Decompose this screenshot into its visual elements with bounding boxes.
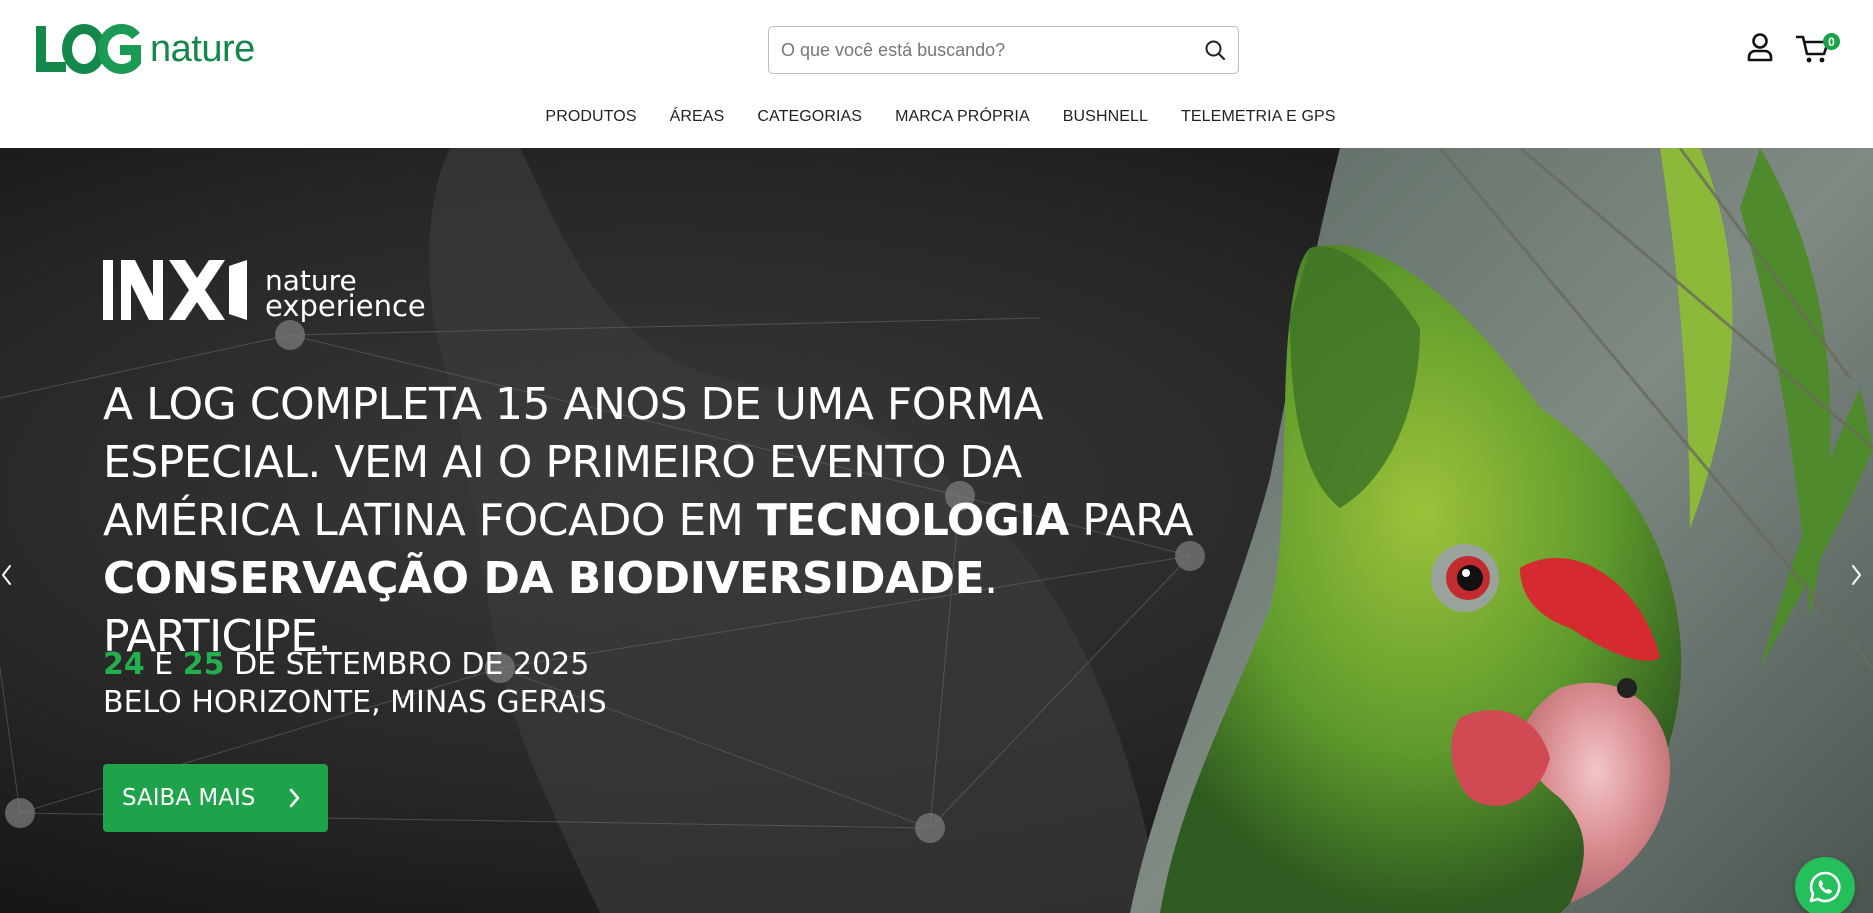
logo-word: nature (150, 27, 255, 70)
nav-item-marca-propria[interactable]: MARCA PRÓPRIA (879, 108, 1047, 126)
log-logo-mark (36, 24, 141, 74)
saiba-mais-button[interactable]: SAIBA MAIS (103, 764, 328, 832)
hero-banner[interactable]: nature experience A LOG COMPLETA 15 ANOS… (0, 148, 1873, 913)
nature-experience-logo: nature experience (103, 258, 426, 322)
whatsapp-icon (1809, 871, 1841, 903)
event-day-2: 25 (182, 647, 225, 682)
chevron-right-icon (289, 788, 300, 808)
search-button[interactable] (1192, 27, 1238, 73)
site-header: nature 0 PRODUTOS ÁREAS CATEGORIAS MARCA… (0, 0, 1873, 148)
event-date: 24 E 25 DE SETEMBRO DE 2025 BELO HORIZON… (103, 646, 607, 722)
cart-count-badge: 0 (1823, 33, 1840, 50)
whatsapp-button[interactable] (1795, 857, 1855, 913)
main-nav: PRODUTOS ÁREAS CATEGORIAS MARCA PRÓPRIA … (0, 108, 1873, 126)
nav-item-telemetria-gps[interactable]: TELEMETRIA E GPS (1165, 108, 1353, 126)
headline-text-2: PARA (1068, 495, 1194, 546)
nav-item-bushnell[interactable]: BUSHNELL (1046, 108, 1164, 126)
nav-item-produtos[interactable]: PRODUTOS (529, 108, 653, 126)
event-logo-line2: experience (265, 289, 426, 324)
event-date-month-year: DE SETEMBRO DE 2025 (224, 647, 590, 682)
event-date-conj: E (144, 647, 183, 682)
nx-logo-mark (103, 260, 247, 320)
user-icon[interactable] (1746, 32, 1774, 62)
search-bar (768, 26, 1239, 74)
hero-headline: A LOG COMPLETA 15 ANOS DE UMA FORMA ESPE… (103, 376, 1203, 666)
carousel-prev-arrow[interactable] (0, 562, 14, 588)
search-input[interactable] (769, 27, 1192, 73)
site-logo[interactable]: nature (34, 22, 255, 76)
headline-bold-tecnologia: TECNOLOGIA (756, 495, 1070, 546)
search-icon (1205, 40, 1226, 61)
nav-item-areas[interactable]: ÁREAS (653, 108, 741, 126)
event-day-1: 24 (103, 647, 145, 682)
cta-label: SAIBA MAIS (122, 785, 256, 811)
nav-item-categorias[interactable]: CATEGORIAS (741, 108, 879, 126)
carousel-next-arrow[interactable] (1849, 562, 1863, 588)
event-location: BELO HORIZONTE, MINAS GERAIS (103, 685, 607, 720)
headline-bold-conservacao: CONSERVAÇÃO DA BIODIVERSIDADE (103, 553, 985, 604)
